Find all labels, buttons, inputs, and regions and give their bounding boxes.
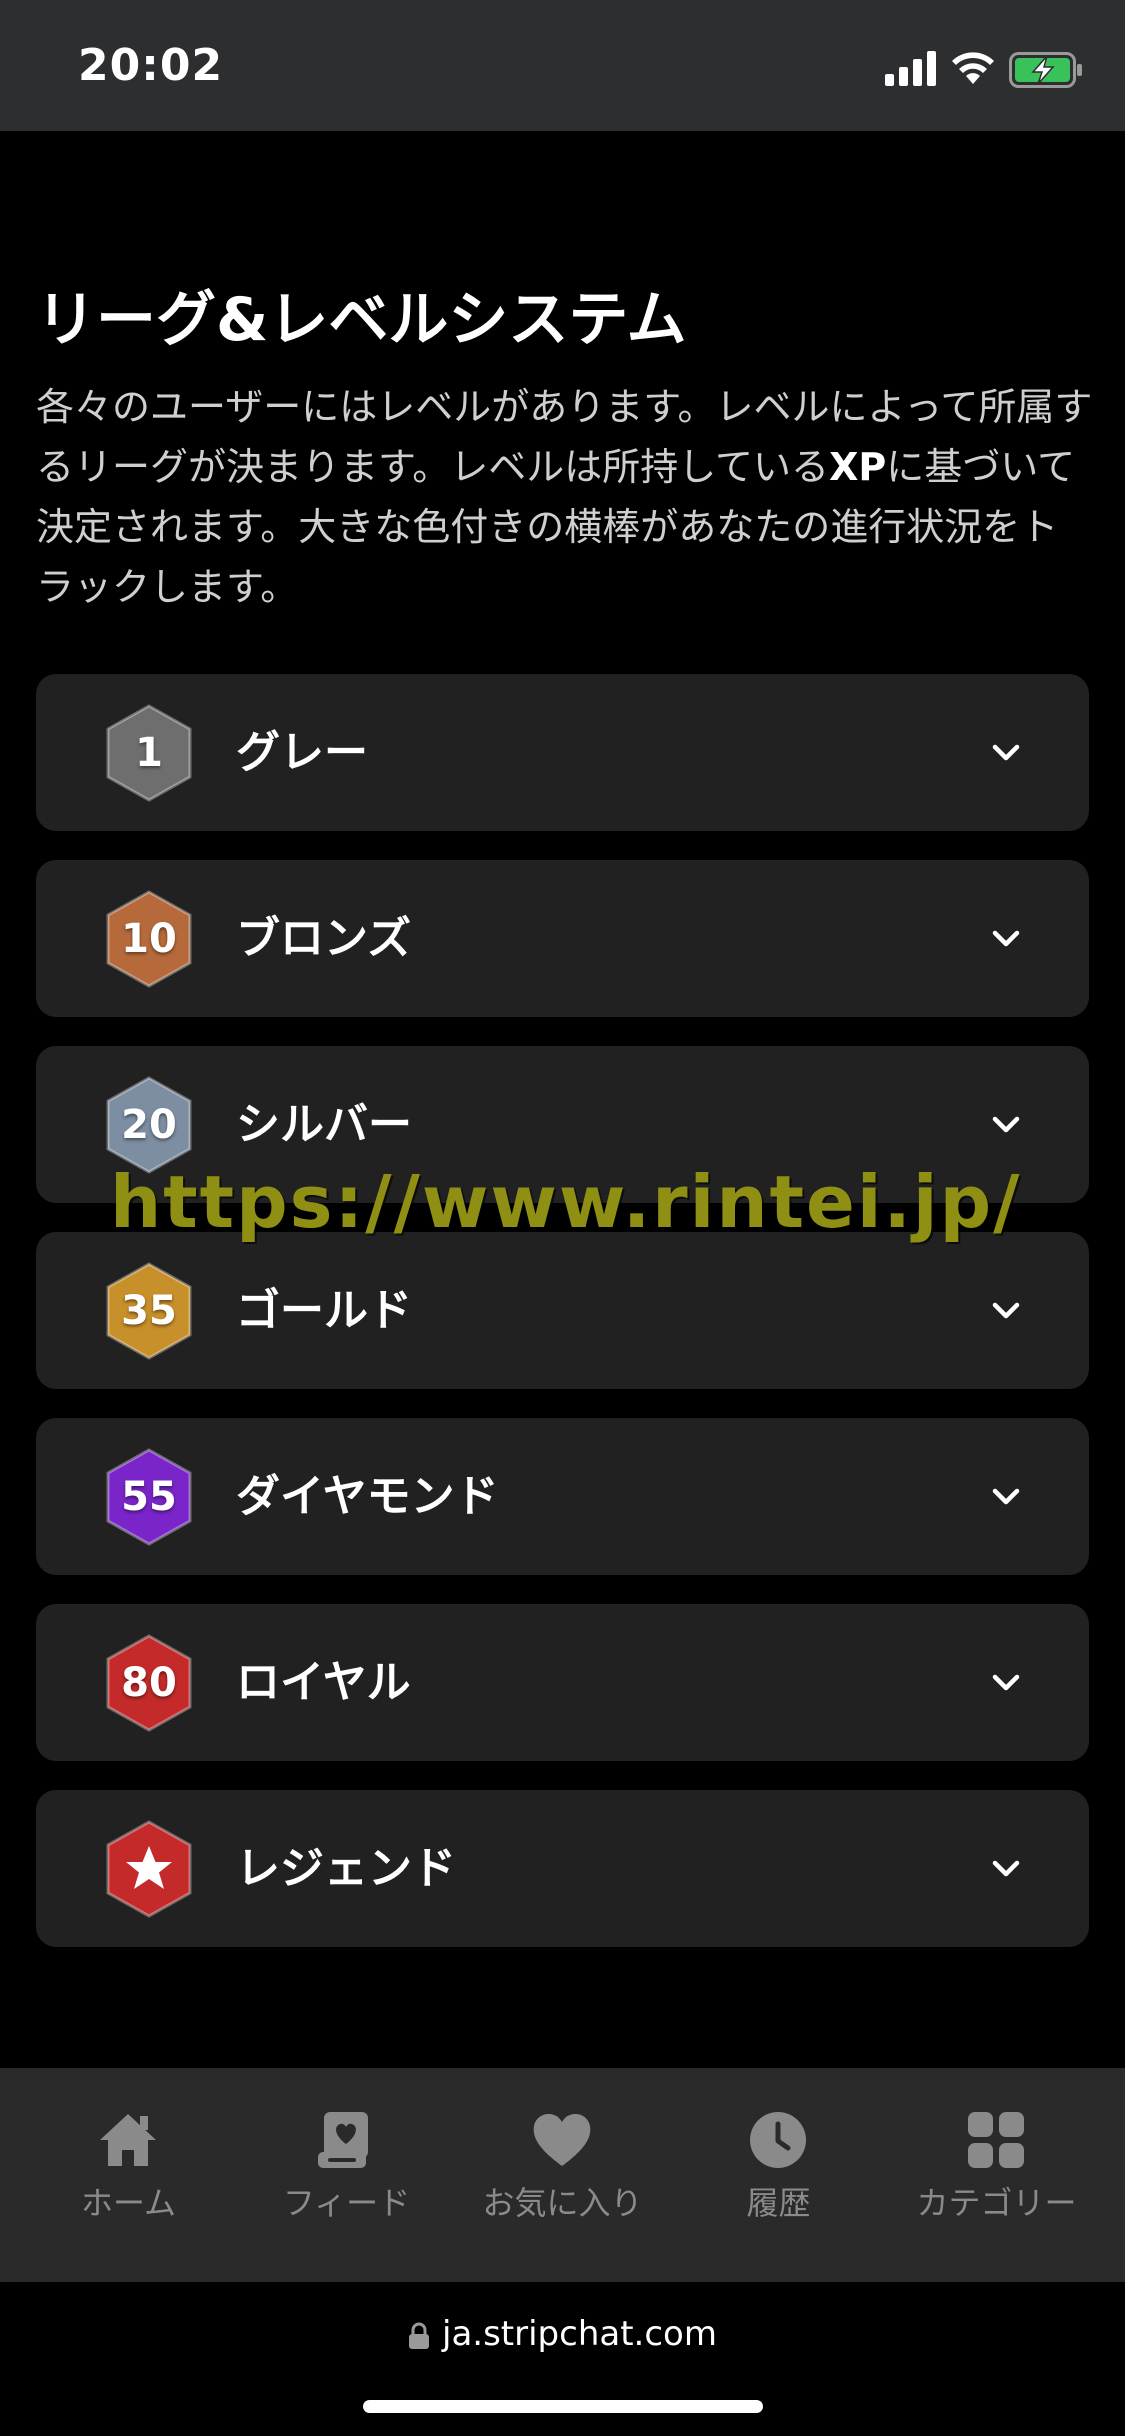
- tab-label: 履歴: [746, 2184, 811, 2222]
- level-number: 80: [121, 1660, 177, 1706]
- level-badge: [104, 1820, 194, 1918]
- status-time: 20:02: [78, 40, 224, 91]
- home-icon: [100, 2114, 156, 2166]
- feed-icon: [318, 2112, 368, 2168]
- level-badge: 80: [104, 1634, 194, 1732]
- level-number: 55: [121, 1474, 177, 1520]
- chevron-down-icon: [992, 1860, 1020, 1877]
- lock-icon: [409, 2322, 429, 2349]
- chevron-down-icon: [992, 1302, 1020, 1319]
- description-xp: XP: [829, 445, 887, 489]
- chevron-down-icon: [992, 744, 1020, 761]
- level-badge: 1: [104, 704, 194, 802]
- tab-label: ホーム: [80, 2184, 177, 2222]
- chevron-down-icon: [992, 930, 1020, 947]
- tab-history[interactable]: 履歴: [666, 2068, 891, 2282]
- heart-icon: [533, 2114, 591, 2166]
- level-badge: 35: [104, 1262, 194, 1360]
- wifi-icon: [952, 52, 994, 84]
- league-label: ブロンズ: [236, 913, 412, 964]
- status-bar: 20:02: [0, 0, 1125, 131]
- watermark-text: https://www.rintei.jp/: [110, 1160, 1022, 1244]
- grid-icon: [968, 2112, 1024, 2168]
- league-item-bronze[interactable]: 10 ブロンズ: [36, 860, 1089, 1017]
- page-description: 各々のユーザーにはレベルがあります。レベルによって所属するリーグが決まります。レ…: [36, 377, 1096, 617]
- level-badge: 10: [104, 890, 194, 988]
- league-label: ダイヤモンド: [236, 1471, 499, 1522]
- league-item-royal[interactable]: 80 ロイヤル: [36, 1604, 1089, 1761]
- tab-favorites[interactable]: お気に入り: [450, 2068, 675, 2282]
- star-icon: [126, 1846, 172, 1889]
- league-label: ロイヤル: [236, 1657, 411, 1708]
- page-title: リーグ&レベルシステム: [36, 285, 687, 355]
- clock-icon: [750, 2112, 806, 2168]
- league-item-diamond[interactable]: 55 ダイヤモンド: [36, 1418, 1089, 1575]
- tab-feed[interactable]: フィード: [234, 2068, 459, 2282]
- tab-categories[interactable]: カテゴリー: [884, 2068, 1109, 2282]
- url-text: ja.stripchat.com: [442, 2314, 717, 2354]
- league-item-gold[interactable]: 35 ゴールド: [36, 1232, 1089, 1389]
- tab-label: フィード: [282, 2184, 411, 2222]
- chevron-down-icon: [992, 1674, 1020, 1691]
- level-number: 35: [121, 1288, 177, 1334]
- league-item-gray[interactable]: 1 グレー: [36, 674, 1089, 831]
- chevron-down-icon: [992, 1116, 1020, 1133]
- bottom-tab-bar: ホーム フィード お気に入り 履歴 カテゴリー: [0, 2068, 1125, 2282]
- league-label: ゴールド: [236, 1285, 412, 1336]
- battery-charging-icon: [1009, 52, 1082, 88]
- level-badge: 55: [104, 1448, 194, 1546]
- level-number: 10: [121, 916, 177, 962]
- tab-label: カテゴリー: [916, 2184, 1077, 2222]
- cellular-signal-icon: [885, 50, 939, 86]
- level-number: 1: [135, 730, 163, 776]
- chevron-down-icon: [992, 1488, 1020, 1505]
- tab-label: お気に入り: [482, 2184, 643, 2222]
- league-list: 1 グレー 10 ブロンズ 20 シルバー 35 ゴールド 55 ダイヤモンド …: [36, 674, 1089, 1976]
- home-indicator[interactable]: [363, 2400, 763, 2413]
- league-item-legend[interactable]: レジェンド: [36, 1790, 1089, 1947]
- tab-home[interactable]: ホーム: [16, 2068, 241, 2282]
- league-label: レジェンド: [236, 1843, 456, 1894]
- league-label: グレー: [236, 727, 368, 778]
- url-display[interactable]: ja.stripchat.com: [0, 2314, 1125, 2354]
